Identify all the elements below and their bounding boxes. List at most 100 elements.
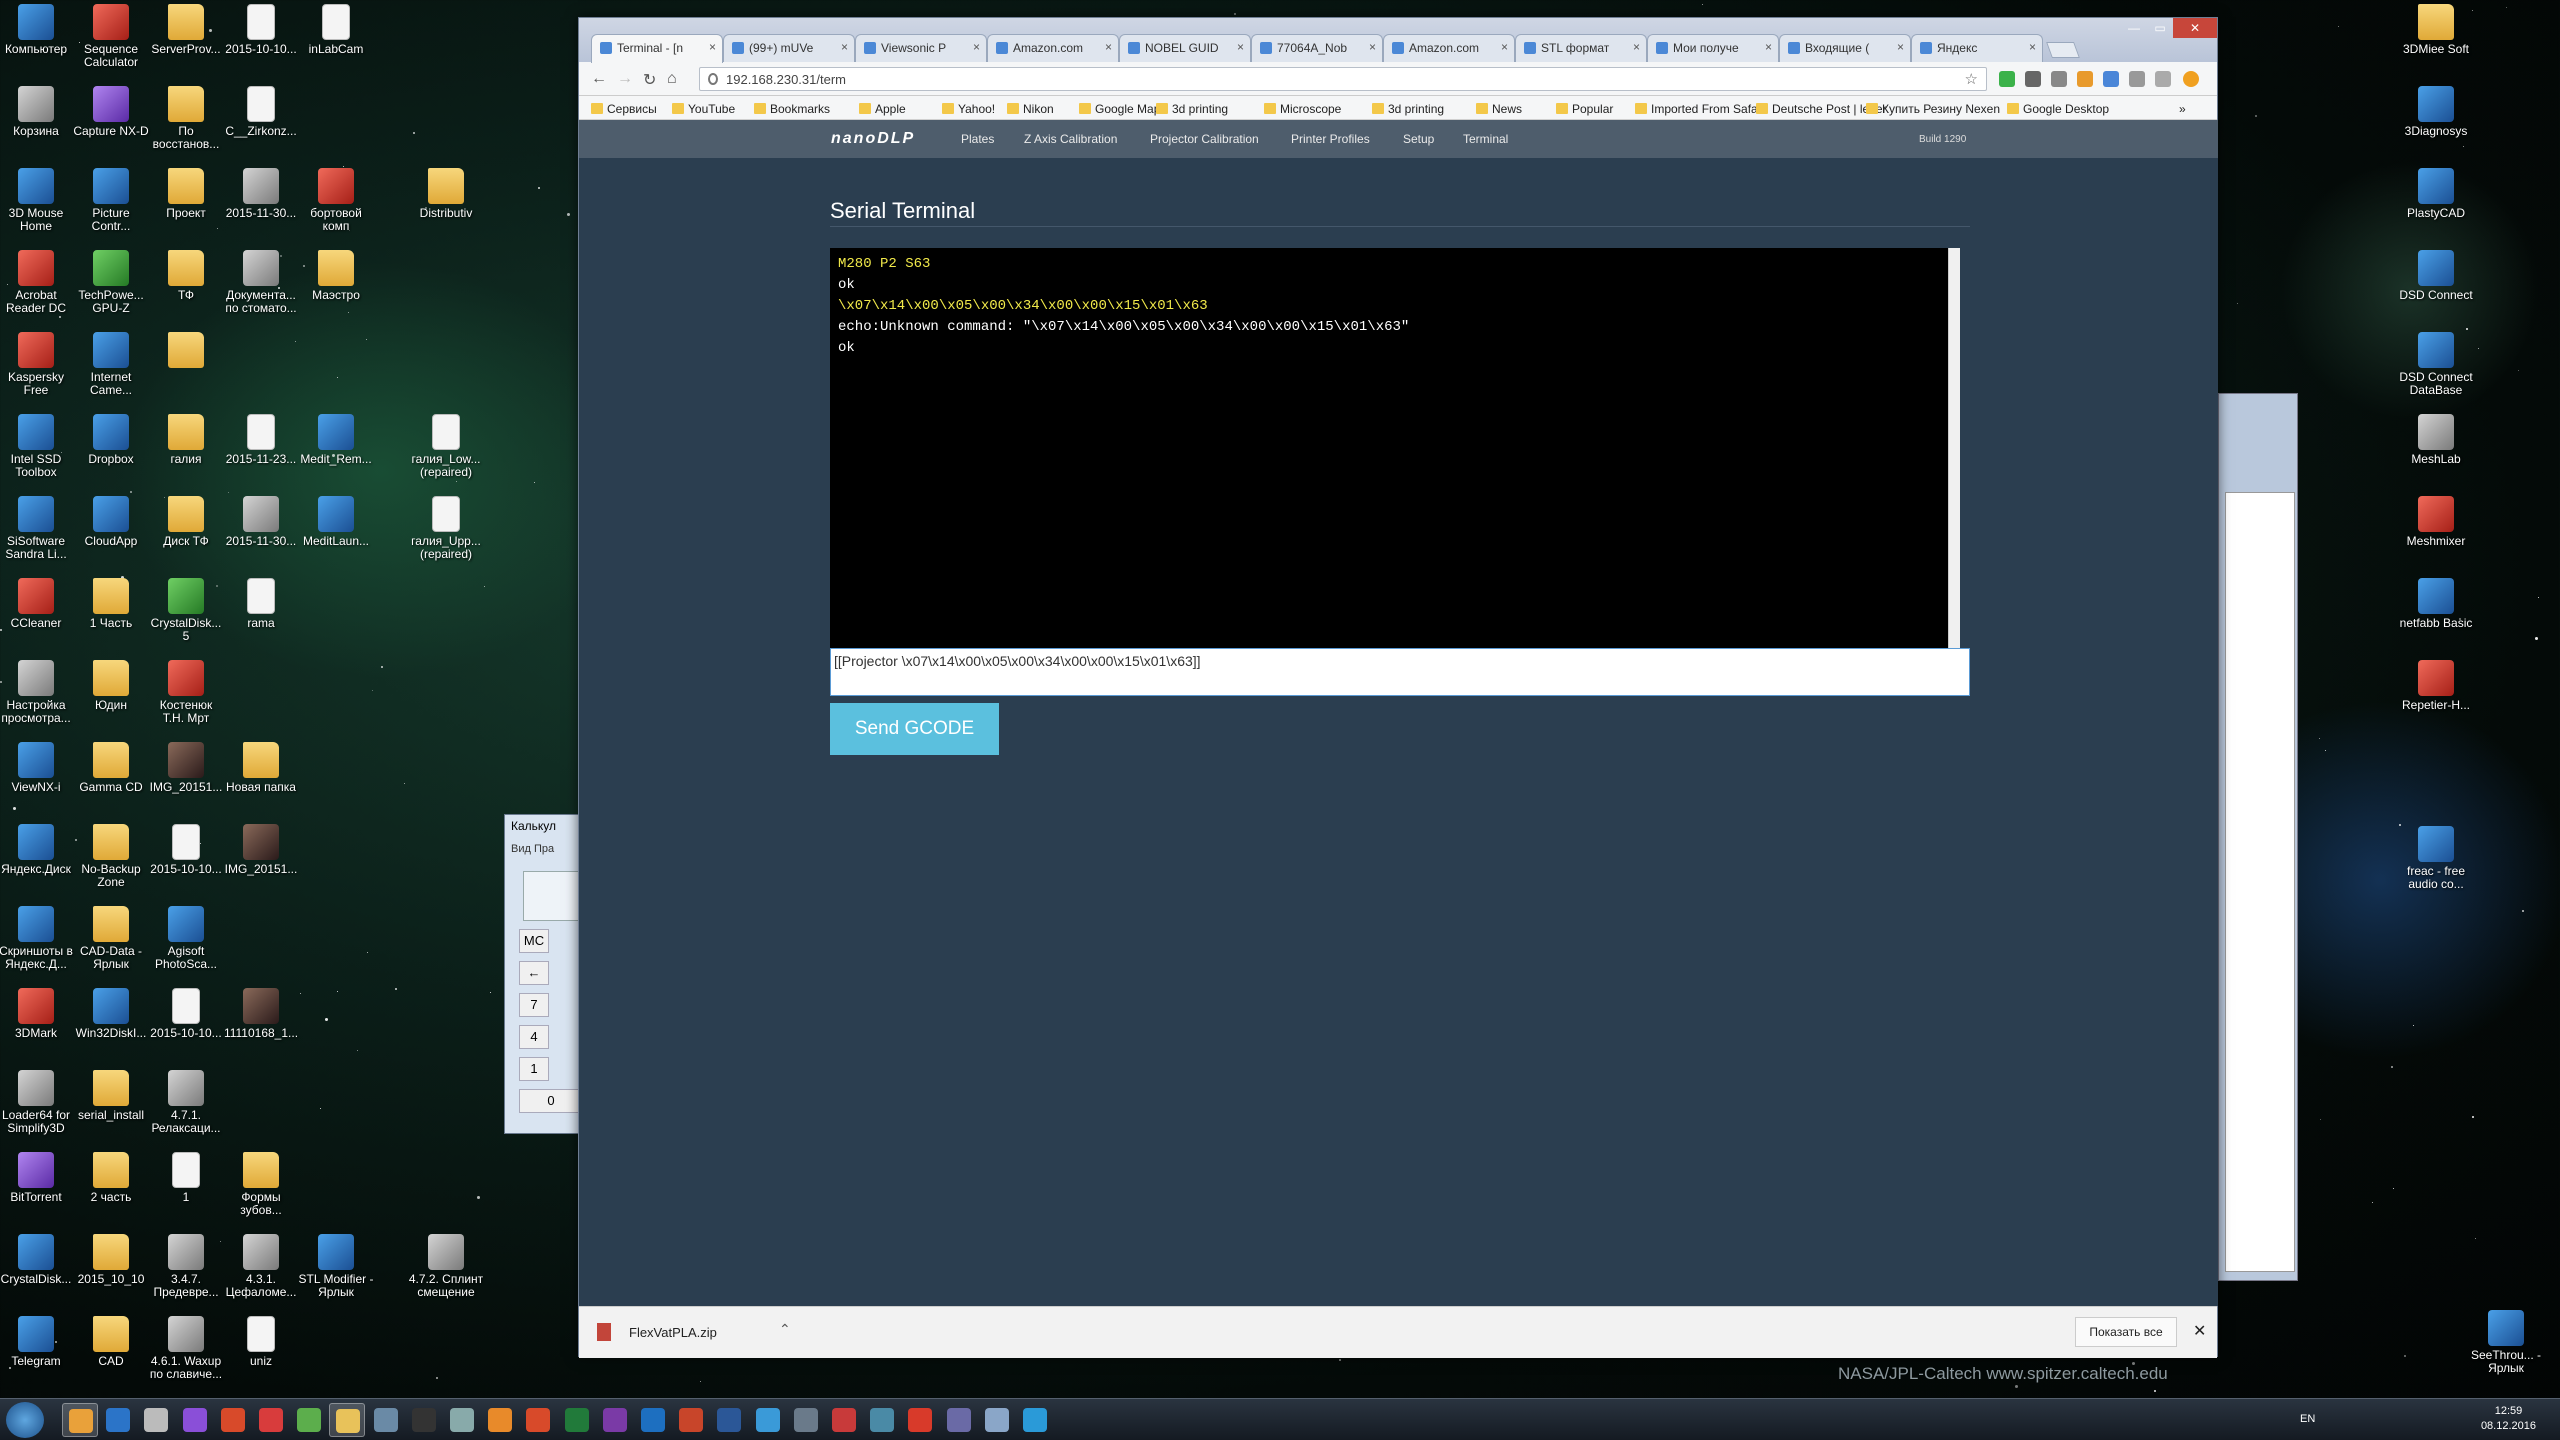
desktop-icon[interactable]: MeshLab [2398,414,2474,466]
terminal-scrollbar[interactable] [1948,248,1960,648]
desktop-icon[interactable]: CrystalDisk... 5 [148,578,224,643]
desktop-icon[interactable]: DSD Connect [2398,250,2474,302]
desktop-icon[interactable] [148,332,224,371]
taskbar-monitor-button[interactable] [444,1403,480,1437]
desktop-icon[interactable]: 2015-11-30... [223,168,299,220]
desktop-icon[interactable]: Kaspersky Free [0,332,74,397]
bookmark-item[interactable]: 3d printing [1372,102,1444,116]
taskbar-chrome-button[interactable] [62,1403,98,1437]
desktop-icon[interactable]: BitTorrent [0,1152,74,1204]
desktop-icon[interactable]: serial_install [73,1070,149,1122]
desktop-icon[interactable]: ServerProv... [148,4,224,56]
nav-printer-profiles[interactable]: Printer Profiles [1291,132,1370,146]
taskbar-sound-button[interactable] [750,1403,786,1437]
desktop-icon[interactable]: Internet Came... [73,332,149,397]
desktop-icon[interactable]: 2 часть [73,1152,149,1204]
nav-terminal[interactable]: Terminal [1463,132,1508,146]
start-button[interactable] [6,1402,44,1438]
desktop-icon[interactable]: IMG_20151... [223,824,299,876]
back-icon[interactable]: ← [591,70,607,88]
desktop-icon[interactable]: C__Zirkonz... [223,86,299,138]
desktop-icon[interactable]: 3DMark [0,988,74,1040]
bookmark-item[interactable]: Yahoo! [942,102,995,116]
taskbar-itunes-button[interactable] [138,1403,174,1437]
desktop-icon[interactable]: бортовой комп [298,168,374,233]
close-tab-icon[interactable]: × [1501,40,1508,54]
bookmark-item[interactable]: Apple [859,102,906,116]
desktop-icon[interactable]: 4.7.1. Релаксаци... [148,1070,224,1135]
taskbar-yandex-button[interactable] [902,1403,938,1437]
desktop-icon[interactable]: Настройка просмотра... [0,660,74,725]
calc-key-mc[interactable]: MC [519,929,549,953]
browser-tab[interactable]: (99+) mUVe × [723,34,855,62]
background-window[interactable] [2218,393,2298,1281]
taskbar-powerpoint-button[interactable] [673,1403,709,1437]
home-icon[interactable]: ⌂ [667,70,677,88]
bookmark-item[interactable]: Nikon [1007,102,1054,116]
calc-key-0[interactable]: 0 [519,1089,583,1113]
extension-icon[interactable] [2025,71,2041,87]
taskbar-revo-button[interactable] [215,1403,251,1437]
taskbar-docs-button[interactable] [979,1403,1015,1437]
browser-tab[interactable]: Terminal - [n × [591,34,723,63]
info-icon[interactable] [708,73,718,85]
browser-tab[interactable]: Amazon.com × [1383,34,1515,62]
close-window-button[interactable]: ✕ [2173,18,2217,38]
nav-plates[interactable]: Plates [961,132,994,146]
desktop-icon[interactable]: Dropbox [73,414,149,466]
desktop-icon[interactable]: Новая папка [223,742,299,794]
taskbar-gear-button[interactable] [788,1403,824,1437]
close-tab-icon[interactable]: × [1633,40,1640,54]
close-icon[interactable]: ✕ [2193,1321,2206,1341]
nav-projector-calibration[interactable]: Projector Calibration [1150,132,1259,146]
desktop-icon[interactable]: CloudApp [73,496,149,548]
bookmark-item[interactable]: 3d printing [1156,102,1228,116]
desktop-icon[interactable]: Acrobat Reader DC [0,250,74,315]
desktop-icon[interactable]: 3D Mouse Home [0,168,74,233]
desktop-icon[interactable]: Документа... по стомато... [223,250,299,315]
taskbar-c-app-button[interactable] [177,1403,213,1437]
desktop-icon[interactable]: Компьютер [0,4,74,56]
download-item[interactable]: FlexVatPLA.zip [597,1323,717,1341]
browser-tab[interactable]: Мои получе × [1647,34,1779,62]
desktop-icon[interactable]: Sequence Calculator [73,4,149,69]
taskbar-excel-button[interactable] [559,1403,595,1437]
bookmark-item[interactable]: Microscope [1264,102,1341,116]
extension-icon[interactable] [2155,71,2171,87]
desktop-icon[interactable]: Distributiv [408,168,484,220]
desktop-icon[interactable]: SeeThrou... - Ярлык [2468,1310,2544,1375]
calc-key-4[interactable]: 4 [519,1025,549,1049]
desktop-icon[interactable]: Meshmixer [2398,496,2474,548]
desktop-icon[interactable]: Win32DiskI... [73,988,149,1040]
bookmark-item[interactable]: Bookmarks [754,102,830,116]
desktop-icon[interactable]: Диск ТФ [148,496,224,548]
taskbar-telegram-button[interactable] [1017,1403,1053,1437]
desktop-icon[interactable]: netfabb Basic [2398,578,2474,630]
bookmark-item[interactable]: Сервисы [591,102,657,116]
browser-tab[interactable]: STL формат × [1515,34,1647,62]
nav-setup[interactable]: Setup [1403,132,1434,146]
taskbar-exo-button[interactable] [406,1403,442,1437]
calculator-menu[interactable]: Вид Пра [511,843,554,855]
language-indicator[interactable]: EN [2300,1413,2315,1425]
extension-icon[interactable] [2103,71,2119,87]
close-tab-icon[interactable]: × [1369,40,1376,54]
taskbar-outlook-button[interactable] [635,1403,671,1437]
close-tab-icon[interactable]: × [2029,40,2036,54]
desktop-icon[interactable]: Agisoft PhotoSca... [148,906,224,971]
desktop-icon[interactable]: 2015-10-10... [223,4,299,56]
minimize-button[interactable]: — [2121,18,2147,38]
desktop-icon[interactable]: rama [223,578,299,630]
taskbar-cura-button[interactable] [941,1403,977,1437]
desktop-icon[interactable]: 1 Часть [73,578,149,630]
address-bar[interactable]: 192.168.230.31/term ☆ [699,67,1987,91]
desktop-icon[interactable]: 3.4.7. Предевре... [148,1234,224,1299]
desktop-icon[interactable]: Скриншоты в Яндекс.Д... [0,906,74,971]
nav-z-axis-calibration[interactable]: Z Axis Calibration [1024,132,1117,146]
desktop-icon[interactable]: DSD Connect DataBase [2398,332,2474,397]
bookmark-item[interactable]: News [1476,102,1522,116]
desktop-icon[interactable]: Проект [148,168,224,220]
desktop-icon[interactable]: 2015-11-23... [223,414,299,466]
bookmark-item[interactable]: Imported From Safari [1635,102,1764,116]
bookmark-item[interactable]: Popular [1556,102,1613,116]
